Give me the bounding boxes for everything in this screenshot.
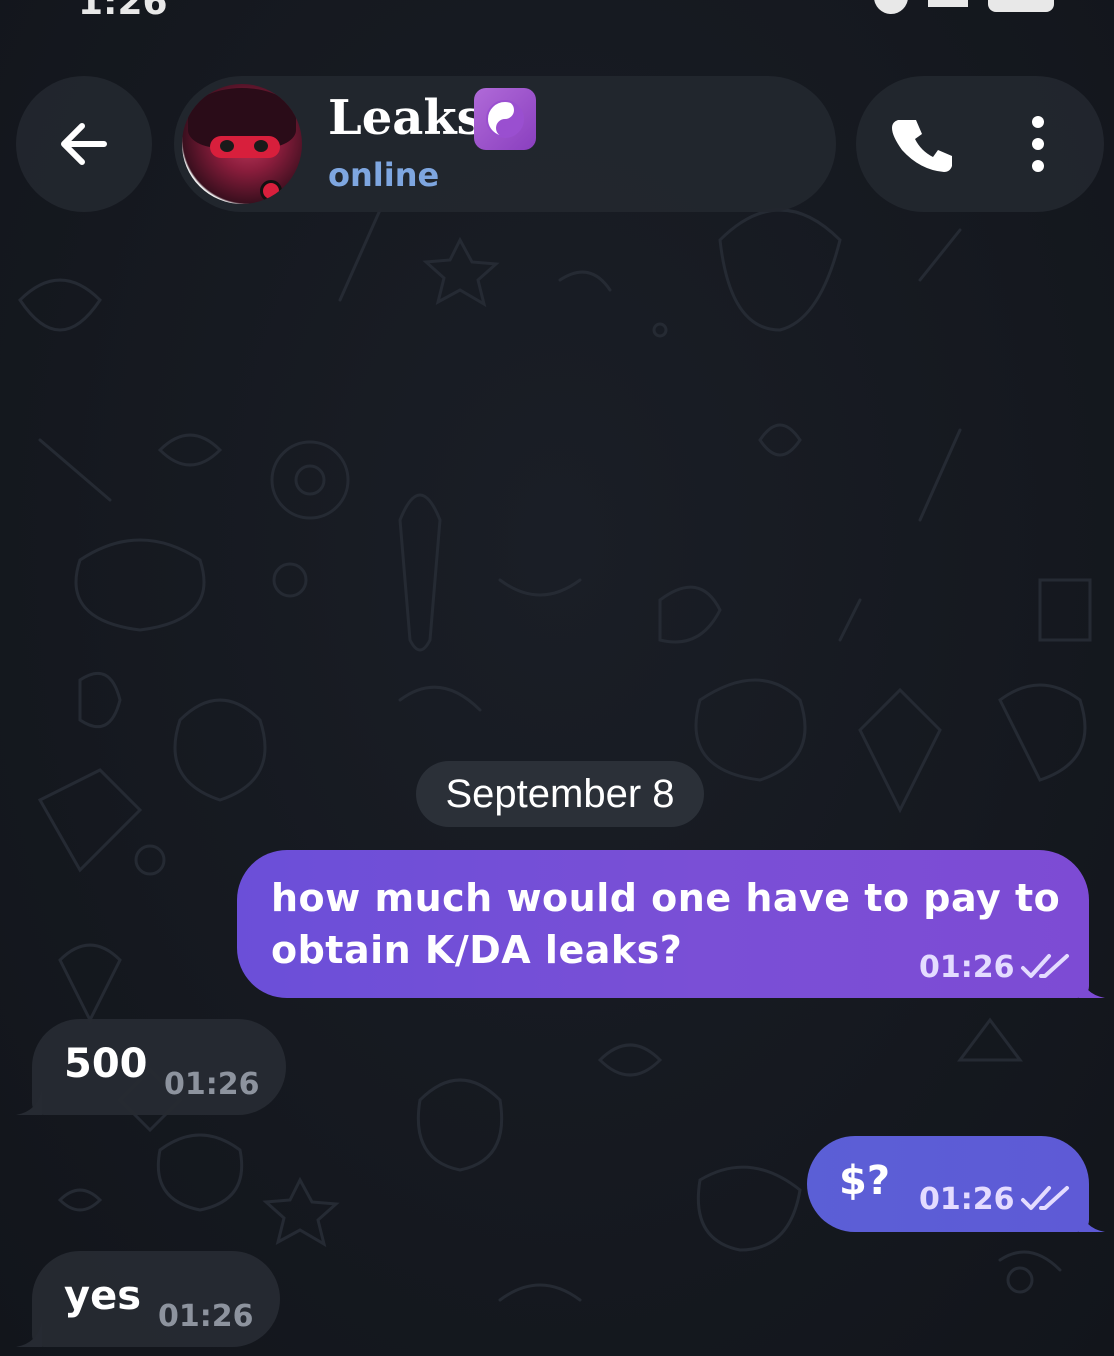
call-button[interactable] bbox=[892, 112, 956, 176]
header-actions bbox=[856, 76, 1104, 212]
more-vertical-icon bbox=[1032, 116, 1044, 172]
contact-status: online bbox=[328, 156, 440, 194]
signal-icon bbox=[928, 0, 968, 7]
outgoing-message[interactable]: how much would one have to pay to obtain… bbox=[237, 850, 1105, 998]
avatar[interactable] bbox=[182, 84, 302, 204]
date-separator: September 8 bbox=[416, 761, 704, 827]
arrow-left-icon bbox=[61, 123, 107, 165]
status-time: 1:26 bbox=[78, 0, 168, 23]
message-text: $? bbox=[839, 1158, 891, 1204]
message-time: 01:26 bbox=[164, 1067, 260, 1102]
double-check-icon bbox=[1021, 954, 1069, 978]
yin-yang-icon bbox=[474, 88, 536, 150]
message-time: 01:26 bbox=[919, 950, 1015, 985]
battery-icon bbox=[988, 0, 1054, 12]
outgoing-message[interactable]: $? 01:26 bbox=[807, 1136, 1105, 1232]
incoming-message[interactable]: yes 01:26 bbox=[16, 1251, 280, 1347]
chat-screen: 1:26 Leaks online September 8 how much w… bbox=[0, 0, 1114, 1356]
status-icons bbox=[874, 0, 1054, 14]
phone-icon bbox=[892, 120, 952, 172]
contact-name: Leaks bbox=[328, 90, 484, 146]
double-check-icon bbox=[1021, 1186, 1069, 1210]
back-button[interactable] bbox=[16, 76, 152, 212]
message-text: yes bbox=[64, 1273, 142, 1319]
chat-header[interactable]: Leaks online bbox=[174, 76, 836, 212]
incoming-message[interactable]: 500 01:26 bbox=[16, 1019, 286, 1115]
message-time: 01:26 bbox=[919, 1182, 1015, 1217]
message-text: 500 bbox=[64, 1041, 148, 1087]
more-menu-button[interactable] bbox=[1016, 112, 1060, 176]
message-time: 01:26 bbox=[158, 1299, 254, 1334]
notification-dot-icon bbox=[874, 0, 908, 14]
